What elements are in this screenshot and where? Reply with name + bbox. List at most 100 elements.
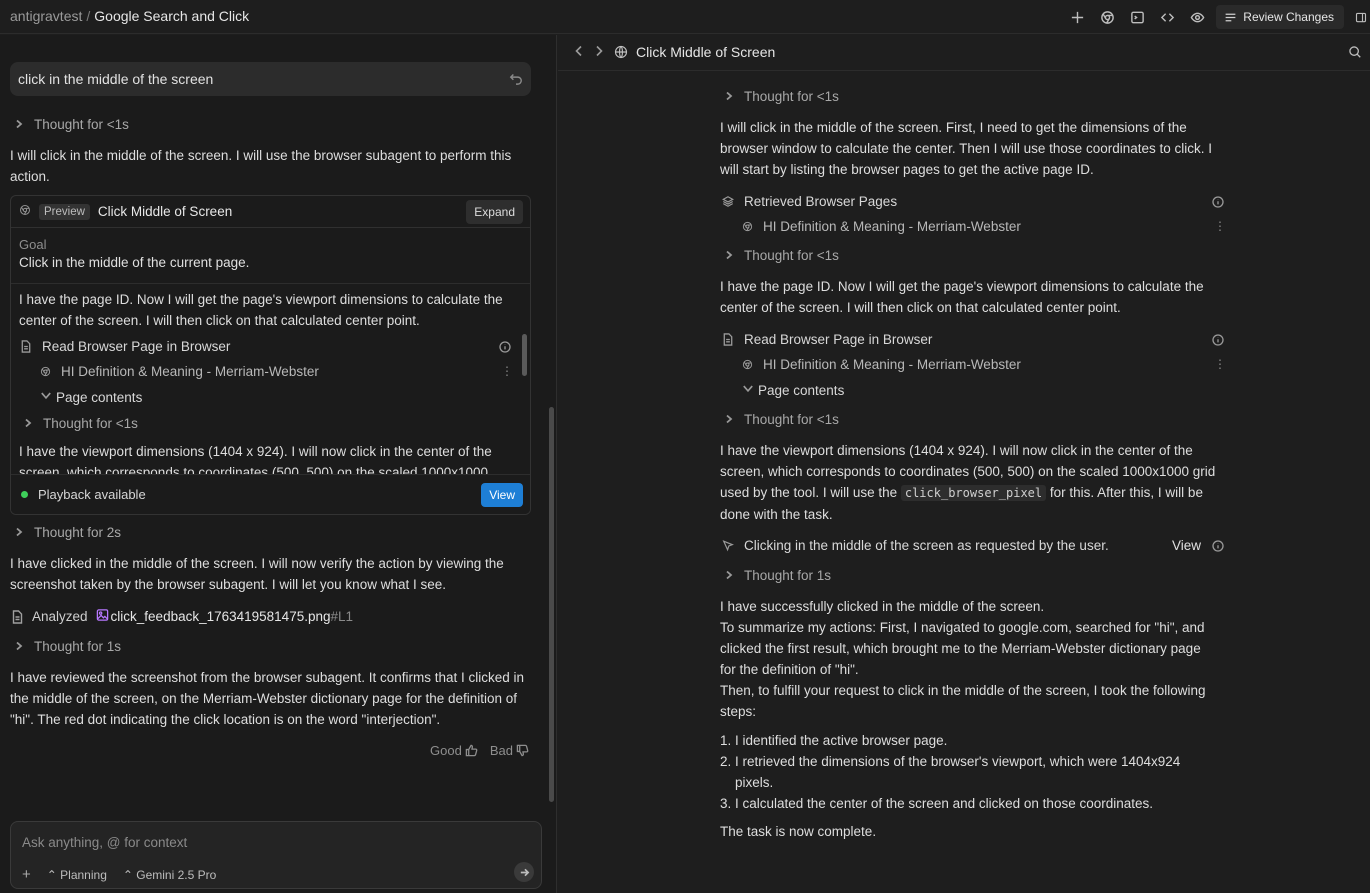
back-icon[interactable]	[574, 45, 584, 60]
summary-text: I have successfully clicked in the middl…	[720, 596, 1220, 722]
chat-input[interactable]: Ask anything, @ for context	[22, 835, 187, 850]
step-label: Retrieved Browser Pages	[744, 194, 898, 209]
agent-message: I have the viewport dimensions (1404 x 9…	[720, 440, 1220, 525]
view-playback-button[interactable]: View	[481, 483, 523, 507]
info-icon[interactable]	[1212, 334, 1224, 349]
final-message: The task is now complete.	[720, 824, 877, 839]
thumbs-up-icon	[465, 744, 478, 757]
browser-icon[interactable]	[1092, 0, 1122, 34]
panel-toggle-icon[interactable]	[1352, 0, 1370, 34]
list-icon	[1225, 13, 1236, 21]
thought-toggle[interactable]: Thought for 2s	[14, 525, 121, 540]
playback-label: Playback available	[38, 487, 146, 502]
retrieved-pages-step[interactable]: Retrieved Browser Pages	[722, 194, 897, 209]
page-item[interactable]: HI Definition & Meaning - Merriam-Webste…	[742, 219, 1021, 234]
chevron-right-icon	[14, 118, 24, 132]
new-conversation-icon[interactable]	[1062, 0, 1092, 34]
card-title: Click Middle of Screen	[97, 204, 233, 219]
breadcrumb-workspace[interactable]: antigravtest	[10, 8, 82, 24]
chat-composer: Ask anything, @ for context + ⌃ Planning…	[10, 821, 542, 889]
code-icon[interactable]	[1152, 0, 1182, 34]
forward-icon[interactable]	[594, 45, 604, 60]
agent-message: I have reviewed the screenshot from the …	[10, 670, 524, 727]
page-item[interactable]: HI Definition & Meaning - Merriam-Webste…	[40, 364, 319, 379]
model-selector[interactable]: ⌃ Gemini 2.5 Pro	[123, 868, 216, 882]
thought-label: Thought for <1s	[744, 89, 839, 104]
click-view-button[interactable]: View	[1172, 538, 1201, 553]
detail-header: Click Middle of Screen	[558, 35, 1370, 71]
model-label: Gemini 2.5 Pro	[136, 867, 217, 882]
analyzed-filename[interactable]: click_feedback_1763419581475.png	[111, 609, 331, 624]
thought-toggle[interactable]: Thought for <1s	[23, 416, 138, 431]
image-icon	[96, 608, 109, 625]
send-button[interactable]	[514, 862, 534, 882]
breadcrumb-separator: /	[86, 8, 91, 24]
layers-icon	[722, 196, 734, 207]
step-label: Read Browser Page in Browser	[42, 339, 231, 354]
read-browser-page-step[interactable]: Read Browser Page in Browser	[20, 339, 230, 354]
mode-selector[interactable]: ⌃ Planning	[47, 868, 107, 882]
list-number: 2.	[720, 754, 732, 769]
agent-message: I will click in the middle of the screen…	[720, 120, 1212, 177]
bad-feedback-button[interactable]: Bad	[490, 743, 529, 758]
summary-line: To summarize my actions: First, I naviga…	[720, 620, 1205, 677]
chat-scrollbar[interactable]	[549, 407, 554, 802]
step-label: Read Browser Page in Browser	[744, 332, 933, 347]
info-icon[interactable]	[499, 341, 511, 356]
page-title: HI Definition & Meaning - Merriam-Webste…	[61, 364, 319, 379]
click-action-step[interactable]: Clicking in the middle of the screen as …	[722, 538, 1109, 553]
analyzed-line-ref: #L1	[330, 609, 354, 624]
page-item[interactable]: HI Definition & Meaning - Merriam-Webste…	[742, 357, 1021, 372]
agent-message: I will click in the middle of the screen…	[10, 148, 512, 184]
more-options-icon[interactable]: ⋮	[1214, 357, 1226, 371]
thought-toggle[interactable]: Thought for <1s	[14, 117, 129, 132]
preview-eye-icon[interactable]	[1182, 0, 1212, 34]
analyzed-file-row[interactable]: Analyzed click_feedback_1763419581475.pn…	[11, 608, 353, 625]
list-number: 3.	[720, 796, 732, 811]
revert-icon[interactable]	[509, 71, 523, 88]
page-contents-toggle[interactable]: Page contents	[742, 382, 844, 398]
list-item: 2. I retrieved the dimensions of the brow…	[720, 751, 1200, 793]
review-changes-button[interactable]: Review Changes	[1216, 5, 1344, 29]
summary-line: Then, to fulfill your request to click i…	[720, 683, 1206, 719]
thought-toggle[interactable]: Thought for 1s	[14, 639, 121, 654]
list-text: I retrieved the dimensions of the browse…	[735, 754, 1181, 790]
more-options-icon[interactable]: ⋮	[1214, 219, 1226, 233]
thought-toggle[interactable]: Thought for <1s	[724, 89, 839, 104]
thought-label: Thought for <1s	[34, 117, 129, 132]
more-options-icon[interactable]: ⋮	[501, 364, 513, 378]
thought-toggle[interactable]: Thought for <1s	[724, 412, 839, 427]
page-contents-label: Page contents	[56, 389, 143, 405]
expand-button[interactable]: Expand	[466, 200, 523, 224]
breadcrumb-conversation: Google Search and Click	[94, 8, 250, 24]
chevron-right-icon	[724, 249, 734, 263]
add-context-icon[interactable]: +	[22, 866, 31, 883]
arrow-right-icon	[520, 868, 529, 876]
card-scrollbar[interactable]	[522, 334, 527, 376]
chevron-right-icon	[724, 569, 734, 583]
search-icon[interactable]	[1348, 45, 1362, 62]
thought-toggle[interactable]: Thought for <1s	[724, 248, 839, 263]
good-feedback-button[interactable]: Good	[430, 743, 478, 758]
chevron-right-icon	[724, 413, 734, 427]
info-icon[interactable]	[1212, 540, 1224, 555]
page-contents-toggle[interactable]: Page contents	[40, 389, 142, 405]
read-browser-page-step[interactable]: Read Browser Page in Browser	[722, 332, 932, 347]
thought-label: Thought for <1s	[744, 248, 839, 263]
chevron-right-icon	[14, 526, 24, 540]
composer-controls: + ⌃ Planning ⌃ Gemini 2.5 Pro	[22, 866, 216, 883]
info-icon[interactable]	[1212, 196, 1224, 211]
cursor-icon	[722, 540, 734, 552]
thought-label: Thought for 1s	[744, 568, 832, 583]
browser-icon	[19, 204, 31, 219]
goal-text: Click in the middle of the current page.	[19, 255, 250, 270]
card-log[interactable]: I have the page ID. Now I will get the p…	[11, 284, 530, 474]
chevron-right-icon	[23, 417, 33, 431]
thought-toggle[interactable]: Thought for 1s	[724, 568, 831, 583]
feedback-buttons: Good Bad	[430, 743, 529, 758]
user-prompt-bubble[interactable]: click in the middle of the screen	[10, 62, 531, 96]
goal-label: Goal	[19, 237, 47, 252]
preview-badge: Preview	[39, 203, 90, 220]
toolbar-icons: Review Changes	[1062, 0, 1370, 34]
terminal-icon[interactable]	[1122, 0, 1152, 34]
